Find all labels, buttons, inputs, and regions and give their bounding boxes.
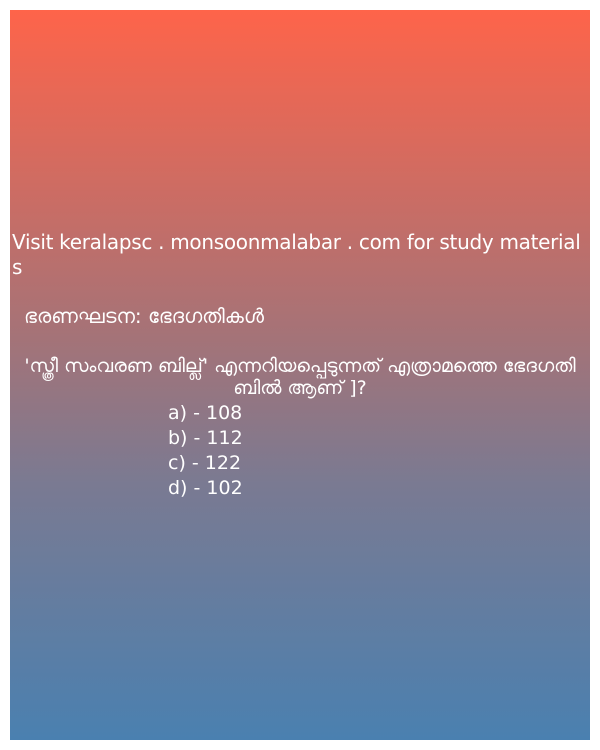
topic-heading: ഭരണഘടന: ഭേദഗതികൾ — [24, 304, 264, 328]
question-card: Visit keralapsc . monsoonmalabar . com f… — [10, 10, 590, 740]
option-c: c) - 122 — [168, 452, 242, 474]
option-b: b) - 112 — [168, 427, 243, 449]
visit-promo-text: Visit keralapsc . monsoonmalabar . com f… — [12, 230, 581, 279]
options-list: a) - 108 b) - 112 c) - 122 d) - 102 — [168, 401, 243, 501]
question-text: 'സ്ത്രീ സംവരണ ബില്ല്' എന്നറിയപ്പെടുന്നത്… — [24, 355, 576, 399]
option-d: d) - 102 — [168, 477, 243, 499]
option-a: a) - 108 — [168, 402, 243, 424]
